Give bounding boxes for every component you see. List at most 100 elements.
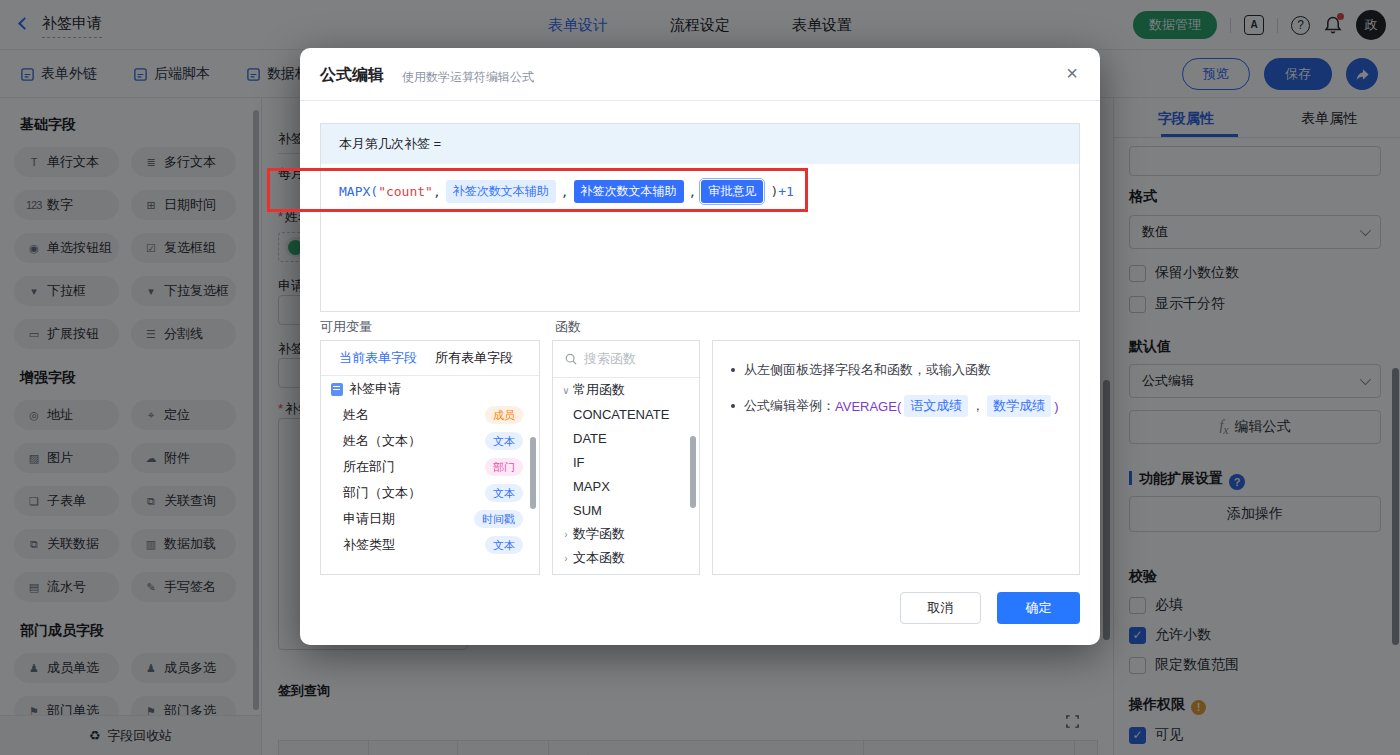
variable-row[interactable]: 补签类型 文本	[321, 532, 539, 558]
field-type-tag: 部门	[485, 458, 523, 476]
checkbox[interactable]: ✓	[1129, 727, 1146, 744]
variable-row[interactable]: 部门（文本） 文本	[321, 480, 539, 506]
field-type-button[interactable]: T单行文本	[14, 147, 119, 177]
function-item[interactable]: CONCATENATE	[553, 402, 699, 426]
checkbox-row[interactable]: 显示千分符	[1129, 295, 1225, 313]
bullet	[731, 368, 735, 372]
tree-chevron-icon: ∨	[559, 385, 573, 396]
field-type-button[interactable]: ▾下拉框	[14, 276, 119, 306]
canvas-scrollbar[interactable]	[1103, 380, 1110, 640]
checkbox-row[interactable]: 限定数值范围	[1129, 656, 1239, 674]
field-type-button[interactable]: ⧉关联数据	[14, 529, 119, 559]
field-type-button[interactable]: ≣多行文本	[131, 147, 236, 177]
variable-row[interactable]: 所在部门 部门	[321, 454, 539, 480]
default-value-select[interactable]: 公式编辑	[1129, 364, 1381, 398]
field-type-button[interactable]: ⧉关联查询	[131, 486, 236, 516]
field-type-button[interactable]: ▥数据加载	[131, 529, 236, 559]
panel-tab[interactable]: 字段属性	[1114, 106, 1258, 134]
panel-tab[interactable]: 表单属性	[1258, 106, 1400, 134]
checkbox-row[interactable]: ✓可见	[1129, 726, 1183, 744]
format-select[interactable]: 数值	[1129, 215, 1381, 249]
form-title[interactable]: 补签申请	[42, 14, 102, 38]
function-item[interactable]: SUM	[553, 498, 699, 522]
address-icon: ◎	[26, 409, 41, 422]
field-type-button[interactable]: ☑复选框组	[131, 233, 236, 263]
checkbox[interactable]: ✓	[1129, 627, 1146, 644]
multi-select-icon: ▾	[143, 285, 158, 298]
variable-row[interactable]: 申请日期 时间戳	[321, 506, 539, 532]
back-icon[interactable]	[18, 17, 31, 30]
field-type-button[interactable]: ▤流水号	[14, 572, 119, 602]
preview-button[interactable]: 预览	[1182, 58, 1250, 90]
share-button[interactable]	[1346, 58, 1378, 90]
checkbox-row[interactable]: 保留小数位数	[1129, 264, 1239, 282]
toolbar-link[interactable]: 后端脚本	[133, 65, 210, 83]
avatar[interactable]: 政	[1356, 10, 1386, 40]
confirm-button[interactable]: 确定	[997, 592, 1080, 624]
toolbar-link[interactable]: 表单外链	[20, 65, 97, 83]
field-type-tag: 文本	[485, 432, 523, 450]
checkbox[interactable]	[1129, 265, 1146, 282]
variable-row[interactable]: 姓名 成员	[321, 402, 539, 428]
field-type-button[interactable]: ▾下拉复选框	[131, 276, 236, 306]
property-input[interactable]	[1129, 146, 1381, 176]
function-item[interactable]: IF	[553, 450, 699, 474]
table-header-cell: 打卡时间	[1074, 741, 1097, 755]
lookup-icon: ⧉	[143, 495, 158, 508]
notification-bell-icon[interactable]	[1323, 15, 1343, 35]
edit-formula-button[interactable]: fx编辑公式	[1129, 410, 1381, 444]
vars-tab-all[interactable]: 所有表单字段	[435, 349, 513, 367]
functions-scrollbar[interactable]	[690, 436, 696, 508]
panel-scrollbar[interactable]	[1392, 368, 1399, 645]
fullscreen-icon[interactable]	[1065, 714, 1080, 733]
nav-tab[interactable]: 表单设计	[548, 16, 608, 35]
function-item[interactable]: DATE	[553, 426, 699, 450]
help-icon[interactable]: ?	[1291, 16, 1310, 35]
close-icon[interactable]: ×	[1066, 62, 1078, 85]
functions-label: 函数	[555, 318, 581, 336]
checkbox[interactable]	[1129, 296, 1146, 313]
data-manage-button[interactable]: 数据管理	[1133, 11, 1217, 39]
nav-tab[interactable]: 表单设置	[792, 16, 852, 35]
cancel-button[interactable]: 取消	[900, 592, 981, 624]
function-item[interactable]: MAPX	[553, 474, 699, 498]
variables-scrollbar[interactable]	[530, 437, 536, 509]
formula-editor[interactable]: 本月第几次补签 = MAPX("count",补签次数文本辅助,补签次数文本辅助…	[320, 123, 1080, 312]
checkbox-row[interactable]: 必填	[1129, 596, 1183, 614]
sidebar-scrollbar[interactable]	[253, 110, 259, 710]
function-item[interactable]: › 文本函数	[553, 546, 699, 570]
warning-icon: !	[1191, 700, 1206, 715]
field-type-button[interactable]: ⌖定位	[131, 400, 236, 430]
function-search[interactable]: 搜索函数	[553, 341, 699, 378]
field-type-button[interactable]: ❏子表单	[14, 486, 119, 516]
field-type-button[interactable]: 123数字	[14, 190, 119, 220]
field-type-button[interactable]: ☰分割线	[131, 319, 236, 349]
function-item[interactable]: ∨ 常用函数	[553, 378, 699, 402]
save-button[interactable]: 保存	[1264, 58, 1332, 90]
field-type-button[interactable]: ▭扩展按钮	[14, 319, 119, 349]
nav-tab[interactable]: 流程设定	[670, 16, 730, 35]
variable-row[interactable]: 姓名（文本） 文本	[321, 428, 539, 454]
checkbox[interactable]	[1129, 597, 1146, 614]
form-root-node[interactable]: 补签申请	[321, 376, 539, 402]
field-type-button[interactable]: ♟成员多选	[131, 653, 236, 683]
field-type-button[interactable]: ✎手写签名	[131, 572, 236, 602]
form-icon	[331, 383, 343, 396]
field-type-button[interactable]: ◎地址	[14, 400, 119, 430]
table-header-cell	[864, 741, 1074, 755]
field-type-button[interactable]: ◉单选按钮组	[14, 233, 119, 263]
field-type-button[interactable]: ♟成员单选	[14, 653, 119, 683]
field-type-button[interactable]: ⊞日期时间	[131, 190, 236, 220]
checkbox[interactable]	[1129, 657, 1146, 674]
help-badge-icon[interactable]: ?	[1229, 474, 1245, 490]
vars-tab-current[interactable]: 当前表单字段	[339, 349, 417, 367]
add-action-button[interactable]: 添加操作	[1129, 496, 1381, 532]
checkbox-row[interactable]: ✓允许小数	[1129, 626, 1211, 644]
field-type-button[interactable]: ☁附件	[131, 443, 236, 473]
data-permission-icon	[246, 67, 261, 82]
field-type-button[interactable]: ▨图片	[14, 443, 119, 473]
field-recycle-bin[interactable]: ♻字段回收站	[0, 715, 261, 755]
translate-icon[interactable]: A	[1244, 15, 1264, 35]
function-item[interactable]: › 数学函数	[553, 522, 699, 546]
field-type-tag: 时间戳	[474, 510, 523, 528]
